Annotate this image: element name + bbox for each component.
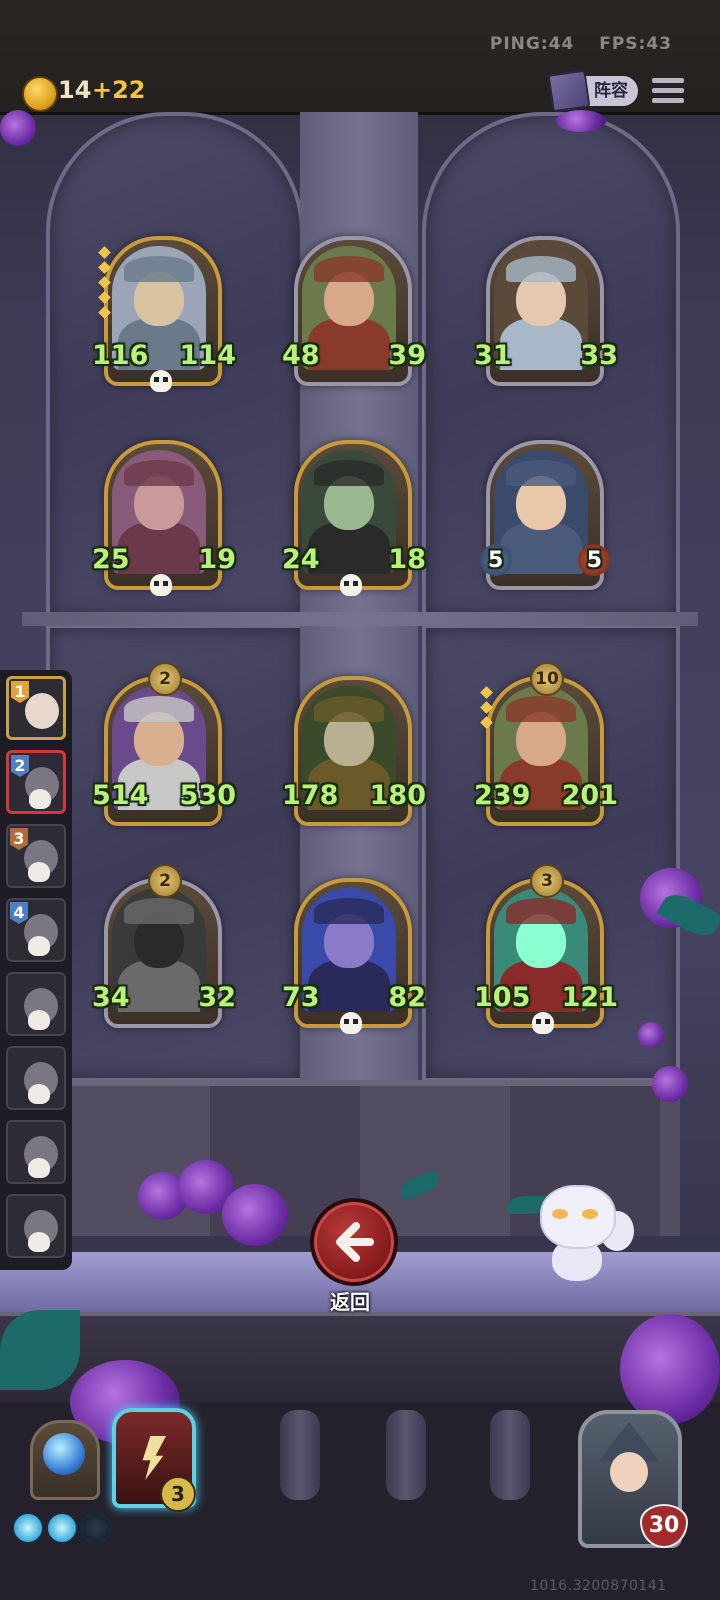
skull-icon bbox=[28, 1010, 50, 1030]
back-label: 返回 bbox=[330, 1290, 370, 1314]
hero-card[interactable]: 25 19 bbox=[92, 440, 236, 596]
top-bar: PING:44 FPS:43 14 +22 阵容 bbox=[0, 0, 720, 115]
hero-health: 18 bbox=[388, 544, 426, 575]
skull-icon bbox=[28, 1158, 50, 1178]
coordinate-readout: 1016.3200870141 bbox=[530, 1578, 667, 1594]
hero-attack: 31 bbox=[474, 340, 512, 371]
hero-level: 2 bbox=[148, 864, 182, 898]
opponent-rank: 2 bbox=[11, 755, 29, 777]
hero-health: 180 bbox=[369, 780, 426, 811]
spell-count: 3 bbox=[160, 1476, 196, 1512]
hero-card[interactable]: 31 33 bbox=[474, 236, 618, 386]
hero-attack: 25 bbox=[92, 544, 130, 575]
hero-attack: 105 bbox=[474, 982, 531, 1013]
hero-attack: 34 bbox=[92, 982, 130, 1013]
gold-amount: 14 bbox=[58, 76, 92, 104]
book-icon bbox=[547, 69, 591, 113]
opponent-slot[interactable]: 4 bbox=[6, 898, 66, 962]
hero-level: 10 bbox=[530, 662, 564, 696]
skull-icon bbox=[28, 862, 50, 882]
hero-attack: 5 bbox=[488, 548, 504, 573]
hero-health: 114 bbox=[179, 340, 236, 371]
hero-health: 201 bbox=[561, 780, 618, 811]
hero-level: 3 bbox=[530, 864, 564, 898]
hero-health: 121 bbox=[561, 982, 618, 1013]
opponent-slot[interactable] bbox=[6, 1194, 66, 1258]
hero-health: 39 bbox=[388, 340, 426, 371]
opponent-slot[interactable]: 1 bbox=[6, 676, 66, 740]
hero-card[interactable]: 178 180 bbox=[282, 676, 426, 826]
opponent-rank: 4 bbox=[10, 902, 28, 924]
hero-health: 5 bbox=[586, 548, 602, 573]
lineup-label: 阵容 bbox=[594, 81, 628, 101]
skull-icon bbox=[150, 574, 172, 596]
skull-icon bbox=[29, 789, 51, 809]
game-screen: PING:44 FPS:43 14 +22 阵容 116 114 48 39 3… bbox=[0, 0, 720, 1600]
sword-icon bbox=[142, 1436, 166, 1480]
back-button[interactable] bbox=[310, 1198, 398, 1286]
skull-icon bbox=[340, 1012, 362, 1034]
hero-attack: 239 bbox=[474, 780, 531, 811]
skull-icon bbox=[28, 936, 50, 956]
opponent-rank: 3 bbox=[10, 828, 28, 850]
skull-icon bbox=[340, 574, 362, 596]
opponent-slot[interactable] bbox=[6, 1046, 66, 1110]
skull-icon bbox=[150, 370, 172, 392]
hero-card[interactable]: 105 121 3 bbox=[474, 864, 618, 1034]
hero-attack: 116 bbox=[92, 340, 149, 371]
hero-attack: 178 bbox=[282, 780, 339, 811]
opponent-sidebar: 1 2 3 4 bbox=[0, 670, 72, 1270]
hero-card[interactable]: 55 bbox=[480, 440, 610, 590]
hero-health: 32 bbox=[198, 982, 236, 1013]
hero-attack: 24 bbox=[282, 544, 320, 575]
star-pips bbox=[98, 246, 111, 323]
hero-card[interactable]: 239 201 10 bbox=[474, 662, 618, 826]
hero-level: 2 bbox=[148, 662, 182, 696]
hero-card[interactable]: 48 39 bbox=[282, 236, 426, 386]
skull-icon bbox=[28, 1084, 50, 1104]
hero-health: 530 bbox=[179, 780, 236, 811]
star-pips bbox=[480, 686, 493, 733]
hero-attack: 514 bbox=[92, 780, 149, 811]
arrow-left-icon bbox=[336, 1222, 374, 1262]
mana-gem-empty-icon bbox=[80, 1512, 112, 1544]
lineup-button[interactable]: 阵容 bbox=[547, 69, 638, 113]
gold-income: +22 bbox=[92, 76, 146, 104]
network-stats: PING:44 FPS:43 bbox=[472, 34, 672, 54]
mana-gem-icon bbox=[46, 1512, 78, 1544]
mana-gem-icon bbox=[12, 1512, 44, 1544]
hero-card[interactable]: 514 530 2 bbox=[92, 662, 236, 826]
opponent-rank: 1 bbox=[11, 681, 29, 703]
gold-coin-icon bbox=[22, 76, 58, 112]
hero-attack: 48 bbox=[282, 340, 320, 371]
hero-attack: 73 bbox=[282, 982, 320, 1013]
opponent-slot[interactable]: 3 bbox=[6, 824, 66, 888]
hero-health: 82 bbox=[388, 982, 426, 1013]
opponent-slot[interactable] bbox=[6, 972, 66, 1036]
skull-icon bbox=[532, 1012, 554, 1034]
opponent-slot[interactable] bbox=[6, 1120, 66, 1184]
hero-card[interactable]: 24 18 bbox=[282, 440, 426, 596]
crystal-ball-icon[interactable] bbox=[30, 1420, 100, 1500]
hero-card[interactable]: 34 32 2 bbox=[92, 864, 236, 1028]
cat-pet[interactable] bbox=[536, 1175, 636, 1285]
menu-icon[interactable] bbox=[652, 78, 684, 104]
hero-card[interactable]: 73 82 bbox=[282, 878, 426, 1034]
hero-health: 19 bbox=[198, 544, 236, 575]
fps-readout: FPS:43 bbox=[599, 34, 672, 54]
skull-icon bbox=[28, 1232, 50, 1252]
hero-card[interactable]: 116 114 bbox=[92, 236, 236, 392]
ping-readout: PING:44 bbox=[489, 34, 575, 54]
opponent-avatar bbox=[25, 693, 59, 729]
opponent-slot[interactable]: 2 bbox=[6, 750, 66, 814]
hero-health: 33 bbox=[580, 340, 618, 371]
